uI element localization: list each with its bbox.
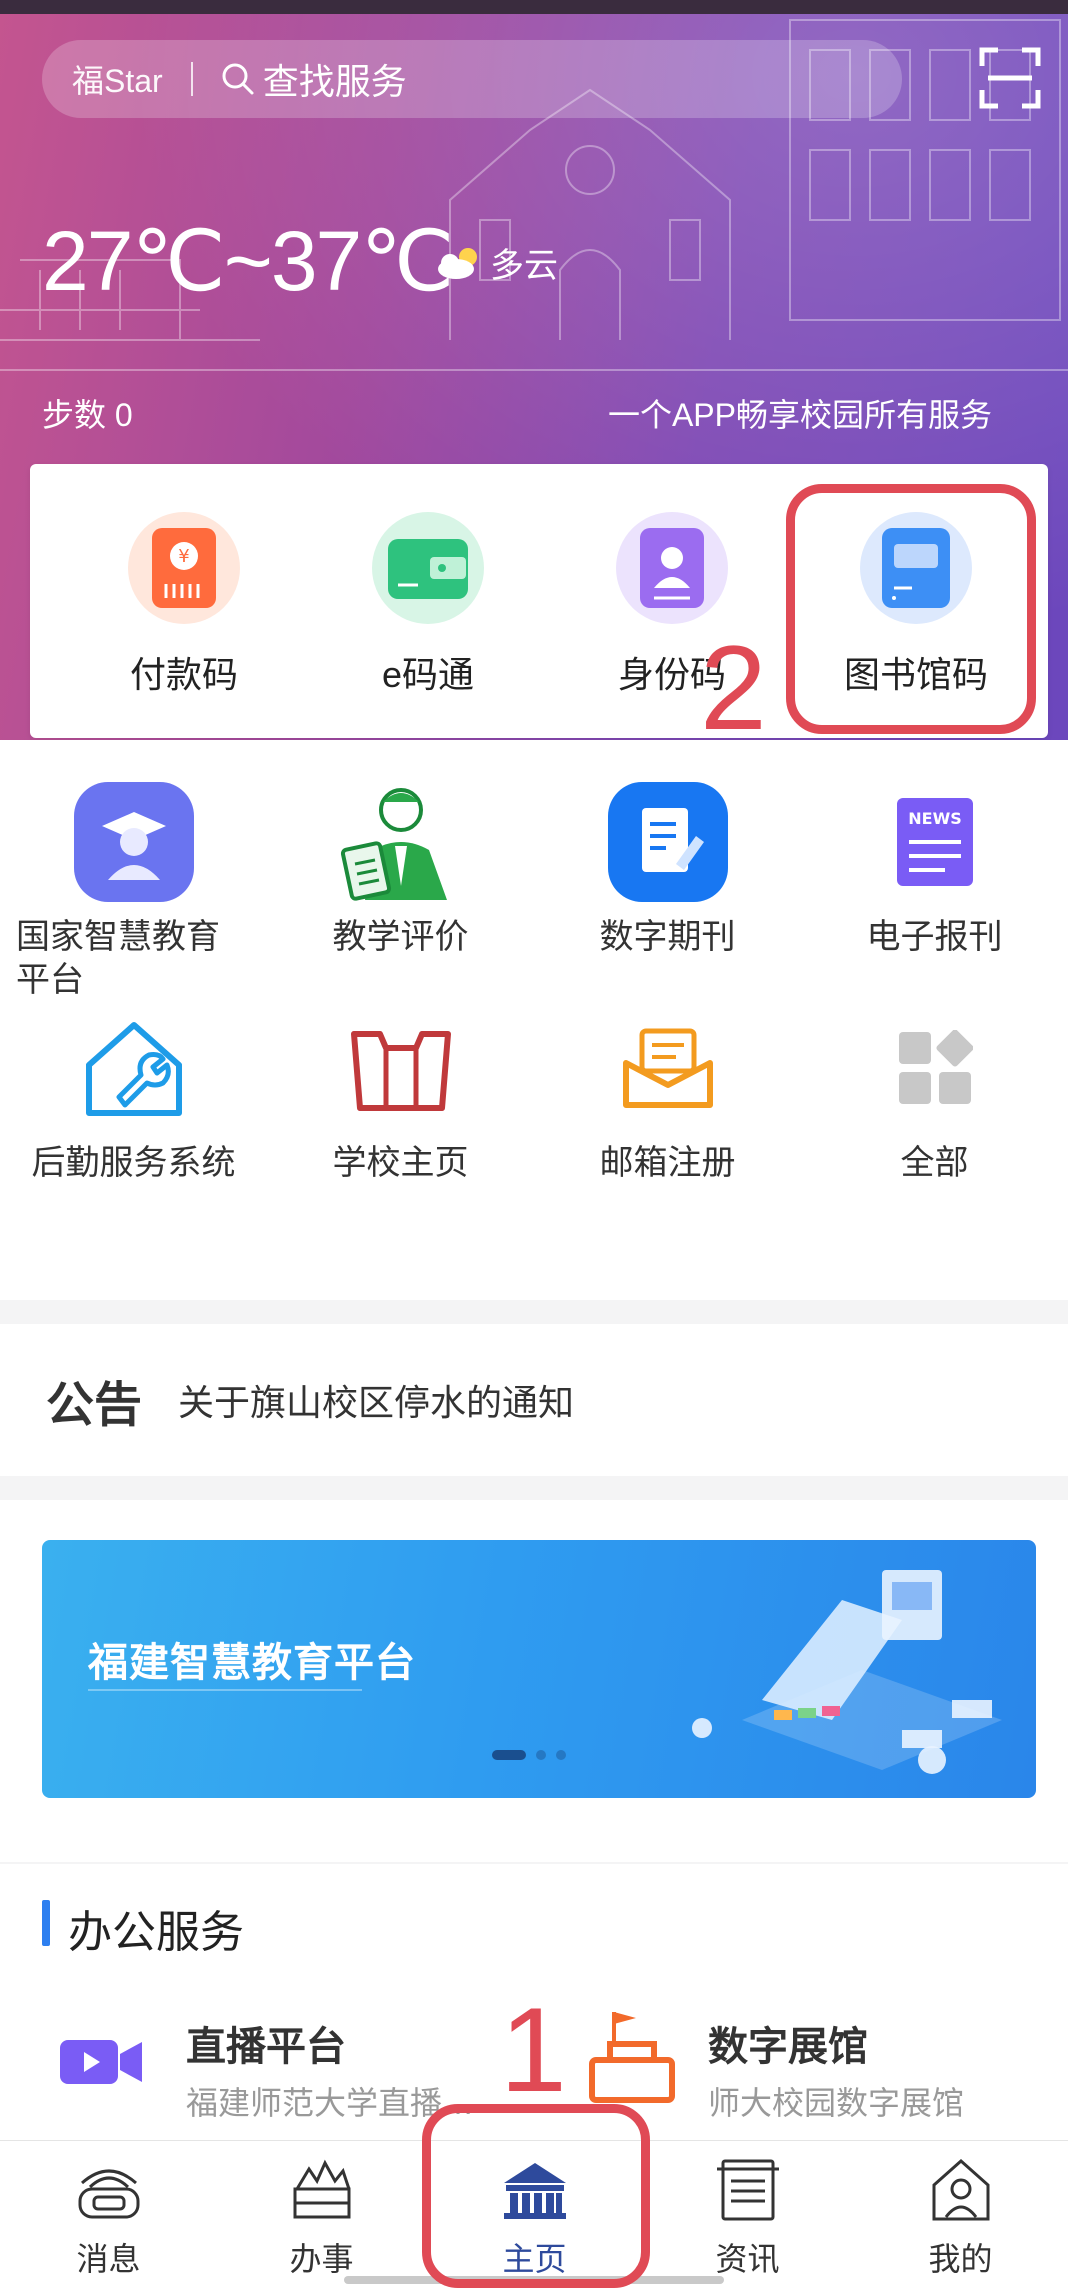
nav-item-profile[interactable]: 我的 — [854, 2155, 1067, 2280]
carousel-dot-active[interactable] — [492, 1750, 526, 1760]
nav-item-messages[interactable]: 消息 — [2, 2155, 215, 2280]
video-camera-icon — [60, 2040, 142, 2084]
nav-item-affairs[interactable]: 办事 — [215, 2155, 428, 2280]
svg-text:¥: ¥ — [178, 546, 189, 567]
app-label: 电子报刊 — [866, 918, 1003, 956]
nav-label: 资讯 — [715, 2241, 780, 2277]
carousel-dot[interactable] — [556, 1750, 566, 1760]
app-digital-journal[interactable]: 数字期刊 — [534, 776, 801, 959]
service-title: 直播平台 — [186, 2025, 346, 2069]
service-digital-exhibition[interactable]: 数字展馆 师大校园数字展馆 — [584, 2012, 965, 2124]
brand-label: 福Star — [72, 63, 163, 99]
app-national-smart-education[interactable]: 国家智慧教育 平台 — [0, 776, 267, 1001]
slogan: 一个APP畅享校园所有服务 — [607, 397, 992, 433]
temperature-range: 27℃~37℃ — [42, 214, 455, 308]
search-icon — [222, 63, 254, 95]
quick-label: e码通 — [381, 654, 475, 695]
carousel-dot[interactable] — [536, 1750, 546, 1760]
app-logistics-service[interactable]: 后勤服务系统 — [0, 1002, 267, 1185]
promo-banner[interactable]: 福建智慧教育平台 — [42, 1540, 1036, 1798]
profile-icon — [932, 2158, 989, 2221]
app-label: 全部 — [900, 1144, 969, 1182]
notice-bar[interactable]: 公告 关于旗山校区停水的通知 — [0, 1324, 1068, 1476]
carousel-dots[interactable] — [492, 1750, 566, 1760]
quick-item-e-code[interactable]: e码通 — [328, 512, 528, 698]
app-label: 国家智慧教育 平台 — [16, 918, 220, 999]
school-homepage-icon — [335, 1002, 467, 1134]
nav-item-news[interactable]: 资讯 — [641, 2155, 854, 2280]
service-title: 数字展馆 — [708, 2025, 868, 2069]
news-list-icon — [716, 2159, 779, 2221]
app-mail-register[interactable]: 邮箱注册 — [534, 1002, 801, 1185]
app-e-newspaper[interactable]: NEWS 电子报刊 — [801, 776, 1068, 959]
nav-label: 办事 — [289, 2241, 354, 2277]
svg-text:NEWS: NEWS — [908, 809, 962, 828]
step-count: 步数 0 — [42, 397, 133, 433]
app-teaching-evaluation[interactable]: 教学评价 — [267, 776, 534, 959]
all-apps-icon — [869, 1002, 1001, 1134]
mail-register-icon — [602, 1002, 734, 1134]
annotation-box-home — [422, 2104, 650, 2288]
section-accent-bar — [42, 1900, 50, 1946]
logistics-house-icon — [68, 1002, 200, 1134]
app-label: 后勤服务系统 — [31, 1144, 236, 1182]
scan-icon[interactable] — [978, 46, 1042, 110]
nav-label: 消息 — [76, 2241, 141, 2277]
service-desc: 师大校园数字展馆 — [708, 2085, 965, 2121]
app-label: 教学评价 — [332, 918, 469, 956]
cloudy-icon — [438, 247, 477, 279]
notice-title: 公告 — [46, 1379, 143, 1432]
annotation-box-library-code — [786, 484, 1036, 734]
affairs-icon — [293, 2159, 350, 2219]
message-icon — [78, 2169, 139, 2219]
service-live-platform[interactable]: 直播平台 福建师范大学直播… — [56, 2014, 474, 2124]
weather-label: 多云 — [490, 247, 558, 285]
graduate-icon — [68, 776, 200, 908]
search-placeholder: 查找服务 — [262, 61, 407, 102]
id-card-icon — [616, 512, 728, 624]
weather-status: 多云 — [434, 238, 558, 287]
wallet-icon — [372, 512, 484, 624]
quick-item-payment-code[interactable]: ¥ 付款码 — [84, 512, 284, 698]
banner-section: 福建智慧教育平台 — [0, 1500, 1068, 1862]
app-label: 学校主页 — [332, 1144, 469, 1182]
teacher-evaluation-icon — [335, 776, 467, 908]
payment-code-icon: ¥ — [128, 512, 240, 624]
app-label: 邮箱注册 — [599, 1144, 736, 1182]
news-icon: NEWS — [869, 776, 1001, 908]
digital-journal-icon — [602, 776, 734, 908]
annotation-number-2: 2 — [700, 621, 767, 755]
app-label: 数字期刊 — [599, 918, 736, 956]
exhibition-hall-icon — [589, 2012, 675, 2103]
search-bar[interactable]: 福Star 查找服务 — [42, 40, 902, 118]
nav-label: 我的 — [928, 2241, 993, 2277]
app-all[interactable]: 全部 — [801, 1002, 1068, 1185]
app-grid: 国家智慧教育 平台 教学评价 数字期刊 NEWS 电子报刊 后勤服务系统 学校主… — [0, 740, 1068, 1300]
quick-label: 付款码 — [129, 654, 238, 695]
annotation-number-1: 1 — [500, 1983, 567, 2117]
notice-text: 关于旗山校区停水的通知 — [178, 1382, 575, 1423]
app-screen: 福Star 查找服务 27℃~37℃ 多云 步数 0 一个APP畅享校园所有服务… — [0, 0, 1068, 2288]
search-divider — [190, 62, 193, 96]
banner-title: 福建智慧教育平台 — [88, 1641, 416, 1685]
app-school-homepage[interactable]: 学校主页 — [267, 1002, 534, 1185]
section-title: 办公服务 — [68, 1908, 244, 1957]
